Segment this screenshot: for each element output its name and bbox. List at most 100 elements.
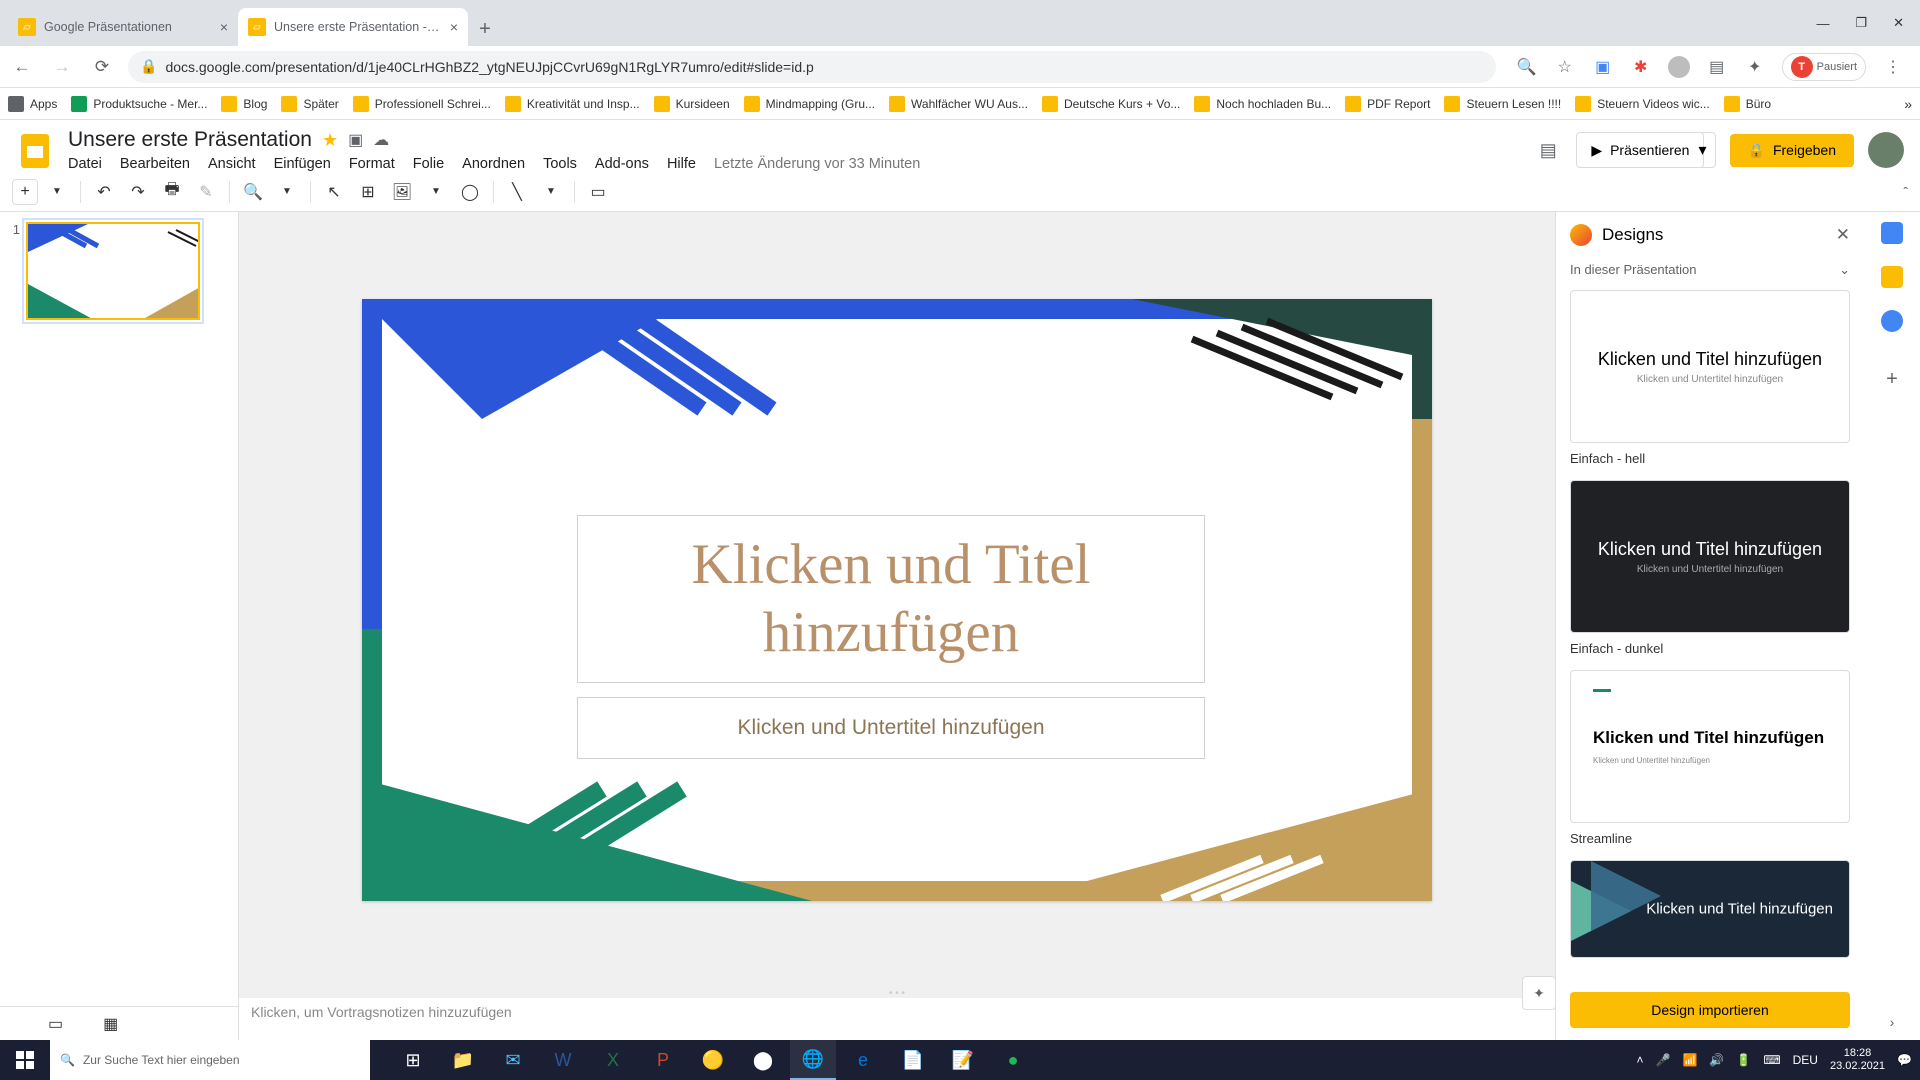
mic-icon[interactable]: 🎤 [1656,1053,1671,1067]
menu-help[interactable]: Hilfe [667,156,696,172]
profile-pause-pill[interactable]: T Pausiert [1782,53,1866,81]
extensions-icon[interactable]: ✦ [1744,56,1766,78]
bookmark-item[interactable]: Steuern Videos wic... [1575,96,1710,112]
theme-card[interactable]: Klicken und Titel hinzufügen [1570,860,1850,958]
line-tool[interactable]: ╲ [502,177,532,207]
minimize-icon[interactable]: — [1816,16,1829,31]
close-window-icon[interactable]: ✕ [1893,15,1904,31]
bookmark-overflow[interactable]: » [1904,96,1912,112]
extension-icon[interactable]: ✱ [1630,56,1652,78]
obs-icon[interactable]: ⬤ [740,1040,786,1080]
notes-resize-handle[interactable]: • • • [239,988,1555,998]
app-icon[interactable]: 🟡 [690,1040,736,1080]
zoom-dropdown[interactable]: ▼ [272,177,302,207]
account-avatar[interactable] [1868,132,1904,168]
add-addon-icon[interactable]: + [1886,368,1898,391]
powerpoint-icon[interactable]: P [640,1040,686,1080]
excel-icon[interactable]: X [590,1040,636,1080]
star-icon[interactable]: ☆ [1554,56,1576,78]
notifications-icon[interactable]: 💬 [1897,1053,1912,1067]
app-icon[interactable]: 📄 [890,1040,936,1080]
textbox-tool[interactable]: ⊞ [353,177,383,207]
chrome-icon[interactable]: 🌐 [790,1040,836,1080]
calendar-icon[interactable] [1881,222,1903,244]
new-slide-button[interactable]: + [12,179,38,205]
present-dropdown[interactable]: ▾ [1690,132,1715,168]
menu-arrange[interactable]: Anordnen [462,156,525,172]
keep-icon[interactable] [1881,266,1903,288]
zoom-button[interactable]: 🔍 [238,177,268,207]
spotify-icon[interactable]: ● [990,1040,1036,1080]
line-dropdown[interactable]: ▼ [536,177,566,207]
slides-logo[interactable] [14,129,56,171]
new-slide-dropdown[interactable]: ▼ [42,177,72,207]
word-icon[interactable]: W [540,1040,586,1080]
speaker-notes[interactable]: Klicken, um Vortragsnotizen hinzuzufügen [239,998,1555,1040]
taskbar-search[interactable]: 🔍 Zur Suche Text hier eingeben [50,1040,370,1080]
collapse-toolbar-icon[interactable]: ˆ [1903,184,1908,200]
grid-view-icon[interactable]: ▦ [103,1014,118,1034]
bookmark-item[interactable]: Wahlfächer WU Aus... [889,96,1028,112]
present-button[interactable]: ▶ Präsentieren [1576,132,1704,168]
menu-addons[interactable]: Add-ons [595,156,649,172]
bookmark-item[interactable]: Büro [1724,96,1771,112]
paint-format-button[interactable]: ✎ [191,177,221,207]
comment-tool[interactable]: ▭ [583,177,613,207]
theme-card[interactable]: Klicken und Titel hinzufügen Klicken und… [1570,290,1850,443]
bookmark-item[interactable]: Kreativität und Insp... [505,96,640,112]
new-tab-button[interactable]: + [468,12,502,46]
mail-icon[interactable]: ✉ [490,1040,536,1080]
undo-button[interactable]: ↶ [89,177,119,207]
bookmark-item[interactable]: Blog [221,96,267,112]
bookmark-item[interactable]: Kursideen [654,96,730,112]
import-design-button[interactable]: Design importieren [1570,992,1850,1028]
share-button[interactable]: 🔒 Freigeben [1730,134,1854,167]
language-label[interactable]: DEU [1793,1053,1818,1067]
start-button[interactable] [0,1040,50,1080]
extension-icon[interactable]: ▤ [1706,56,1728,78]
reload-button[interactable]: ⟳ [88,53,116,81]
theme-card[interactable]: Klicken und Titel hinzufügen Klicken und… [1570,480,1850,633]
bookmark-item[interactable]: Produktsuche - Mer... [71,96,207,112]
clock[interactable]: 18:28 23.02.2021 [1830,1047,1885,1073]
maximize-icon[interactable]: ❐ [1855,15,1867,31]
bookmark-item[interactable]: Steuern Lesen !!!! [1444,96,1561,112]
browser-tab[interactable]: ▱ Google Präsentationen × [8,8,238,46]
menu-tools[interactable]: Tools [543,156,577,172]
filmstrip-view-icon[interactable]: ▭ [48,1014,63,1034]
back-button[interactable]: ← [8,53,36,81]
menu-edit[interactable]: Bearbeiten [120,156,190,172]
forward-button[interactable]: → [48,53,76,81]
redo-button[interactable]: ↷ [123,177,153,207]
bookmark-item[interactable]: Noch hochladen Bu... [1194,96,1331,112]
image-dropdown[interactable]: ▼ [421,177,451,207]
bookmark-item[interactable]: Deutsche Kurs + Vo... [1042,96,1180,112]
slide-canvas[interactable]: Klicken und Titel hinzufügen Klicken und… [362,299,1432,901]
star-icon[interactable]: ★ [322,130,338,151]
address-bar[interactable]: 🔒 docs.google.com/presentation/d/1je40CL… [128,51,1496,83]
move-icon[interactable]: ▣ [348,130,363,150]
explore-button[interactable]: ✦ [1522,976,1556,1010]
doc-title[interactable]: Unsere erste Präsentation [68,128,312,152]
bookmark-item[interactable]: PDF Report [1345,96,1430,112]
extension-icon[interactable] [1668,56,1690,78]
apps-shortcut[interactable]: Apps [8,96,57,112]
menu-insert[interactable]: Einfügen [274,156,331,172]
menu-icon[interactable]: ⋮ [1882,56,1904,78]
bookmark-item[interactable]: Später [281,96,338,112]
menu-view[interactable]: Ansicht [208,156,256,172]
tray-chevron-icon[interactable]: ˄ [1636,1053,1643,1067]
volume-icon[interactable]: 🔊 [1709,1053,1724,1067]
menu-format[interactable]: Format [349,156,395,172]
close-icon[interactable]: × [220,19,228,35]
select-tool[interactable]: ↖ [319,177,349,207]
subtitle-placeholder[interactable]: Klicken und Untertitel hinzufügen [577,697,1205,759]
print-button[interactable]: 🖶 [157,177,187,207]
task-view-icon[interactable]: ⊞ [390,1040,436,1080]
edge-icon[interactable]: e [840,1040,886,1080]
browser-tab-active[interactable]: ▱ Unsere erste Präsentation - Goo... × [238,8,468,46]
theme-card[interactable]: Klicken und Titel hinzufügen Klicken und… [1570,670,1850,823]
title-placeholder[interactable]: Klicken und Titel hinzufügen [577,515,1205,683]
wifi-icon[interactable]: 📶 [1682,1053,1697,1067]
designs-section-header[interactable]: In dieser Präsentation ⌄ [1556,258,1864,286]
